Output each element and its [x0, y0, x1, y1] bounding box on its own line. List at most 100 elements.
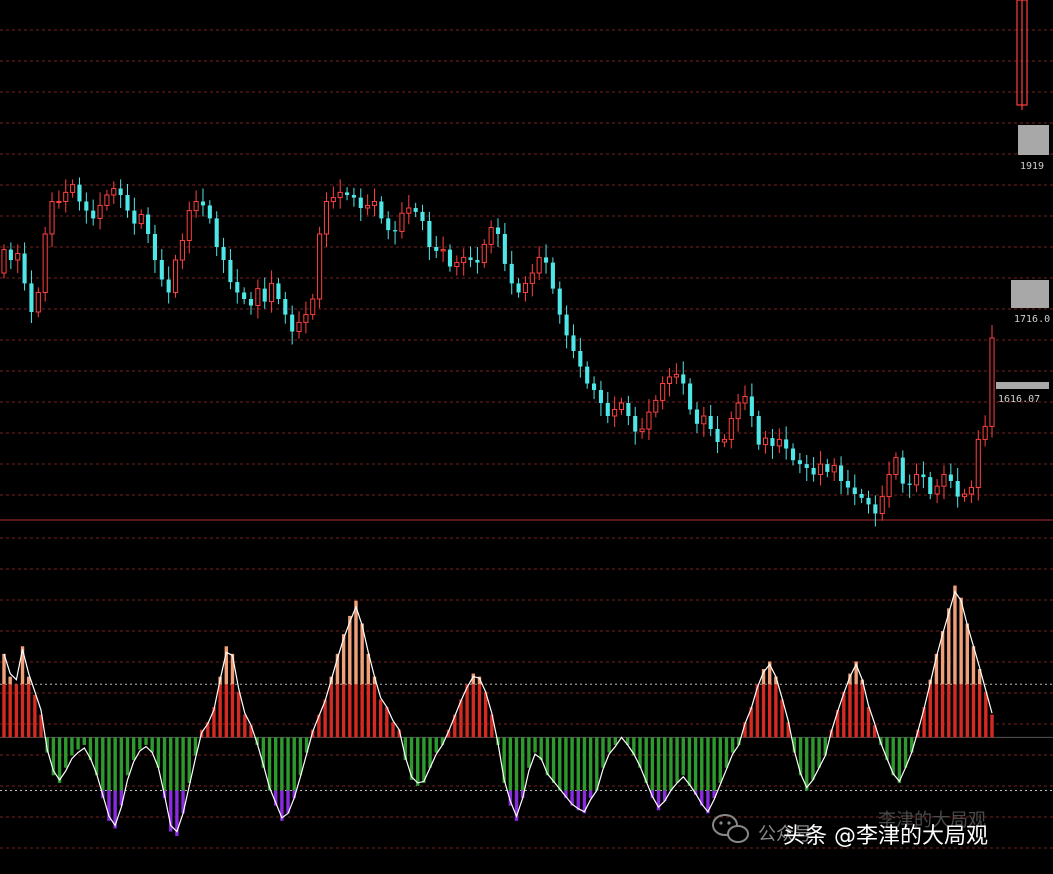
candle-body	[63, 191, 69, 202]
candle-body	[913, 474, 920, 486]
candle-body	[447, 249, 453, 267]
histogram-bar	[144, 737, 148, 745]
histogram-bar	[64, 737, 68, 768]
histogram-bar	[953, 684, 957, 738]
candle-body	[873, 504, 878, 514]
candle-body	[585, 366, 590, 384]
histogram-bar	[162, 737, 167, 791]
candle-body	[200, 201, 206, 206]
candle-body	[434, 247, 439, 251]
candle-body	[543, 257, 549, 263]
candle-body	[536, 256, 542, 274]
candle-body	[125, 195, 130, 211]
candle-body	[276, 283, 281, 299]
candle-body	[152, 234, 158, 260]
candle-body	[242, 292, 247, 299]
candle-body	[344, 192, 350, 195]
histogram-bar	[298, 737, 303, 776]
candle-body	[111, 188, 117, 196]
histogram-bar	[805, 737, 809, 791]
histogram-bar	[471, 684, 475, 738]
histogram-bar	[977, 684, 982, 738]
histogram-bar	[774, 684, 778, 738]
candle-body	[968, 487, 974, 495]
histogram-bar	[329, 684, 333, 738]
histogram-bar	[724, 737, 729, 768]
candle-body	[269, 282, 275, 303]
candle-body	[481, 243, 487, 264]
candle-body	[454, 262, 460, 268]
histogram-bar	[990, 714, 994, 738]
candle-body	[838, 465, 844, 481]
candle-body	[756, 416, 761, 445]
histogram-bar	[656, 737, 661, 791]
candle-body	[550, 262, 555, 289]
candle-body	[522, 282, 529, 293]
histogram-bar	[138, 737, 142, 750]
candle-body	[358, 197, 363, 208]
candle-body	[468, 257, 473, 260]
histogram-bar	[514, 737, 519, 791]
histogram-bar	[706, 737, 710, 791]
histogram-bar	[971, 684, 976, 738]
candle-body	[8, 249, 13, 260]
histogram-bar	[681, 737, 685, 776]
histogram-bar	[730, 737, 735, 753]
histogram-bar	[860, 684, 865, 738]
histogram-bar	[224, 684, 228, 738]
histogram-bar	[2, 684, 6, 738]
candle-body	[97, 204, 103, 219]
histogram-bar	[527, 737, 531, 768]
histogram-bar	[465, 684, 469, 738]
histogram-bar	[521, 737, 525, 791]
candle-body	[701, 415, 707, 425]
candle-body	[440, 249, 446, 252]
histogram-bar	[533, 737, 537, 753]
histogram-bar	[391, 722, 395, 738]
candle-body	[146, 214, 151, 234]
candle-body	[132, 210, 137, 224]
candle-body	[941, 474, 947, 487]
candle-body	[921, 474, 926, 478]
candle-body	[715, 429, 720, 442]
histogram-bar	[341, 684, 346, 738]
histogram-bar	[866, 707, 871, 738]
histogram-bar	[607, 737, 611, 753]
stock-chart: 1919 1716.0 1616.07 公众号 李津的大局观 头条 @李津的大局…	[0, 0, 1053, 874]
histogram-bar	[107, 737, 111, 791]
histogram-bar	[558, 737, 562, 791]
histogram-bar	[984, 691, 988, 738]
candle-body	[879, 496, 885, 515]
candle-body	[763, 437, 769, 446]
histogram-bar	[780, 699, 784, 738]
candle-body	[982, 425, 988, 440]
candle-body	[323, 201, 330, 235]
histogram-bar	[385, 707, 389, 738]
histogram-bar	[119, 737, 124, 791]
histogram-bar	[335, 684, 340, 738]
candle-body	[557, 288, 562, 315]
price-marker-box-2	[1011, 280, 1049, 308]
candle-body	[660, 383, 666, 401]
candle-body	[598, 390, 603, 403]
candle-body	[578, 351, 583, 367]
candle-body	[495, 227, 501, 234]
candle-body	[303, 314, 309, 323]
candle-body	[413, 208, 418, 212]
candle-body	[104, 194, 110, 206]
candle-body	[735, 402, 741, 420]
candle-body	[571, 335, 576, 351]
candle-body	[70, 184, 76, 193]
candle-body	[337, 191, 343, 199]
candle-body	[35, 292, 41, 313]
candle-body	[84, 201, 89, 211]
histogram-bar	[601, 737, 605, 768]
histogram-bar	[181, 737, 185, 791]
candle-body	[296, 321, 302, 332]
candle-body	[626, 403, 631, 416]
candle-body	[811, 468, 816, 475]
candle-body	[790, 448, 796, 461]
candle-body	[221, 247, 226, 260]
candle-body	[770, 438, 775, 446]
candle-body	[955, 481, 960, 497]
